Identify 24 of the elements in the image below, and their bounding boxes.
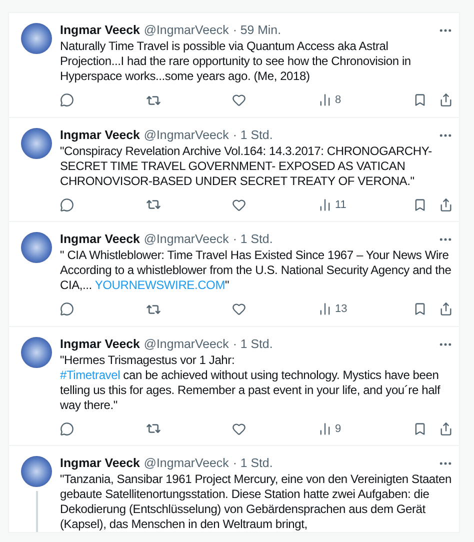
- views-button[interactable]: 11: [318, 196, 346, 213]
- views-button[interactable]: 13: [318, 301, 348, 318]
- post-time[interactable]: · 1 Std.: [232, 232, 273, 247]
- author-name[interactable]: Ingmar Veeck: [60, 456, 140, 471]
- author-handle[interactable]: @IngmarVeeck: [144, 23, 229, 38]
- author-name[interactable]: Ingmar Veeck: [60, 23, 140, 38]
- tweet-text: "Tanzania, Sansibar 1961 Project Mercury, eine von den Vereinigten Staaten gebaute Satellitenortungsstation. Diese Station hatte zwei Aufgaben: die Dekodierung (Entschlüsselung) von Gebärdensprachen aus dem Gerät (Kapsel), das Menschen in den Weltraum bringt,: [60, 472, 452, 532]
- author-handle[interactable]: @IngmarVeeck: [144, 456, 229, 471]
- tweet-text: " CIA Whistleblower: Time Travel Has Existed Since 1967 – Your News Wire According to a whistleblower from the U.S. National Security Agency and the CIA,... YOURNEWSWIRE.COM": [60, 248, 452, 293]
- post-time[interactable]: · 59 Min.: [232, 23, 282, 38]
- post-time[interactable]: · 1 Std.: [232, 336, 273, 352]
- views-button[interactable]: 9: [318, 420, 342, 437]
- tweet-text: "Conspiracy Revelation Archive Vol.164: 14.3.2017: CHRONOGARCHY-SECRET TIME TRAVEL GOVERNMENT- EXPOSED AS VATICAN CHRONOVISOR-BASED UNDER SECRET TREATY OF VERONA.": [60, 144, 433, 188]
- author-handle[interactable]: @IngmarVeeck: [144, 232, 229, 247]
- author-handle[interactable]: @IngmarVeeck: [144, 336, 229, 352]
- author-name[interactable]: Ingmar Veeck: [60, 128, 140, 142]
- tweet-text: "Hermes Trismagestus vor 1 Jahr: #Timetravel can be achieved without using technology. Mystics have been telling us this for ages. Remember a past event in your life, and you´re half way there.": [60, 352, 442, 412]
- post-time[interactable]: · 1 Std.: [232, 456, 273, 471]
- author-name[interactable]: Ingmar Veeck: [60, 232, 140, 247]
- author-handle[interactable]: @IngmarVeeck: [144, 128, 229, 142]
- tweet-text: Naturally Time Travel is possible via Quantum Access aka Astral Projection...I had the rare opportunity to see how the Chronovision in Hyperspace works...some years ago. (Me, 2018): [60, 39, 412, 84]
- post-time[interactable]: · 1 Std.: [232, 128, 273, 142]
- views-button[interactable]: 8: [318, 92, 342, 108]
- author-name[interactable]: Ingmar Veeck: [60, 336, 140, 352]
